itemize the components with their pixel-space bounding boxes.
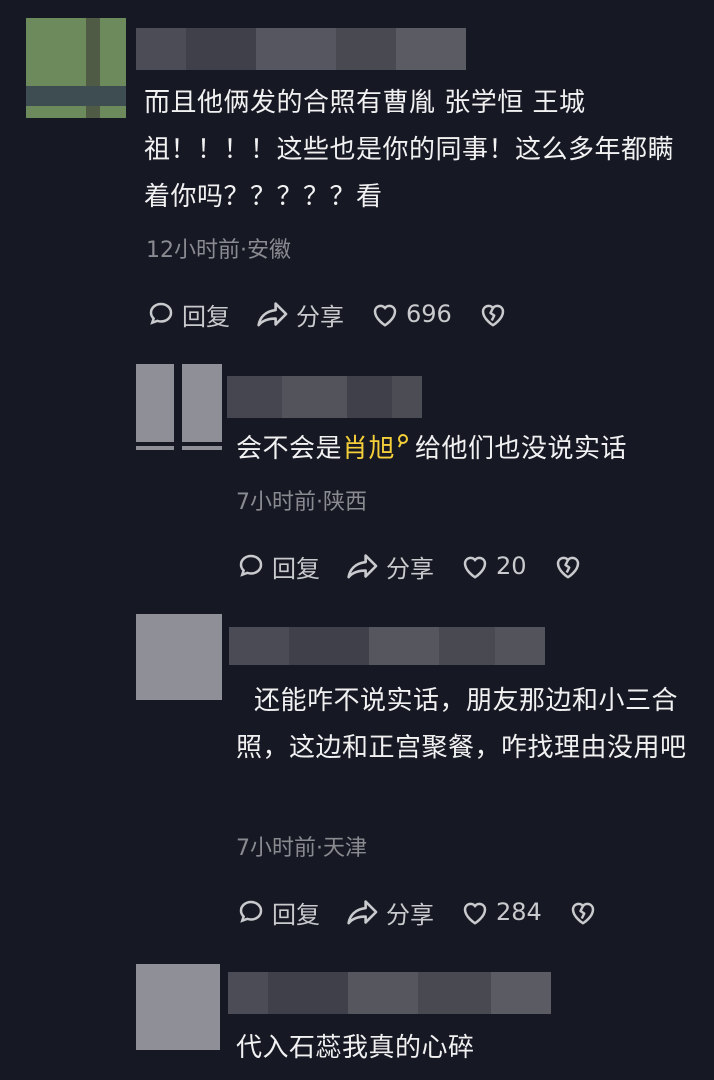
comment-text: 会不会是肖旭 给他们也没说实话	[236, 426, 696, 473]
like-count: 696	[406, 300, 452, 328]
share-label: 分享	[386, 554, 434, 583]
avatar[interactable]	[136, 364, 222, 450]
avatar[interactable]	[26, 18, 126, 118]
comment-meta: 7小时前·天津	[236, 836, 367, 861]
comment-text: 代入石蕊我真的心碎	[236, 1033, 475, 1063]
username-redacted[interactable]	[229, 627, 545, 665]
comment-actions: 回复 分享 284	[236, 892, 630, 932]
search-icon[interactable]	[397, 433, 411, 449]
comment-text: 还能咋不说实话，朋友那边和小三合照，这边和正宫聚餐，咋找理由没用吧	[236, 686, 687, 763]
share-label: 分享	[386, 900, 434, 929]
reply-button[interactable]: 回复	[236, 895, 320, 930]
highlight-link[interactable]: 肖旭	[342, 434, 395, 464]
comment-icon	[239, 900, 263, 923]
heart-icon	[373, 304, 397, 327]
reply-label: 回复	[272, 900, 320, 929]
heart-icon	[463, 556, 487, 579]
share-label: 分享	[296, 302, 344, 331]
comment-text-before: 会不会是	[236, 434, 343, 464]
broken-heart-icon	[481, 304, 505, 327]
comment-actions: 回复 分享 20	[236, 546, 615, 586]
share-button[interactable]: 分享	[256, 297, 344, 332]
username-redacted[interactable]	[136, 28, 466, 70]
reply-button[interactable]: 回复	[236, 549, 320, 584]
share-button[interactable]: 分享	[346, 549, 434, 584]
username-redacted[interactable]	[227, 376, 422, 418]
like-count: 284	[496, 898, 542, 926]
broken-heart-icon	[571, 902, 595, 925]
comment-icon	[239, 554, 263, 577]
reply-label: 回复	[182, 302, 230, 331]
avatar[interactable]	[136, 964, 220, 1050]
share-icon	[257, 302, 288, 327]
comment-meta: 12小时前·安徽	[146, 238, 291, 263]
like-count: 20	[496, 552, 527, 580]
comment-actions: 回复 分享 696	[146, 294, 540, 334]
comment-text-after: 给他们也没说实话	[415, 434, 628, 464]
like-button[interactable]: 696	[370, 300, 452, 328]
heart-icon	[463, 902, 487, 925]
dislike-button[interactable]	[478, 300, 514, 328]
username-redacted[interactable]	[228, 972, 551, 1014]
avatar[interactable]	[136, 614, 222, 700]
dislike-button[interactable]	[568, 898, 604, 926]
share-icon	[347, 900, 378, 925]
comment-text: 而且他俩发的合照有曹胤 张学恒 王城祖！！！！这些也是你的同事！这么多年都瞒着你…	[144, 88, 675, 212]
share-icon	[347, 554, 378, 579]
reply-label: 回复	[272, 554, 320, 583]
share-button[interactable]: 分享	[346, 895, 434, 930]
dislike-button[interactable]	[553, 552, 589, 580]
like-button[interactable]: 20	[460, 552, 527, 580]
reply-button[interactable]: 回复	[146, 297, 230, 332]
comment-icon	[149, 302, 173, 325]
broken-heart-icon	[556, 556, 579, 579]
comment-meta: 7小时前·陕西	[236, 490, 367, 515]
like-button[interactable]: 284	[460, 898, 542, 926]
